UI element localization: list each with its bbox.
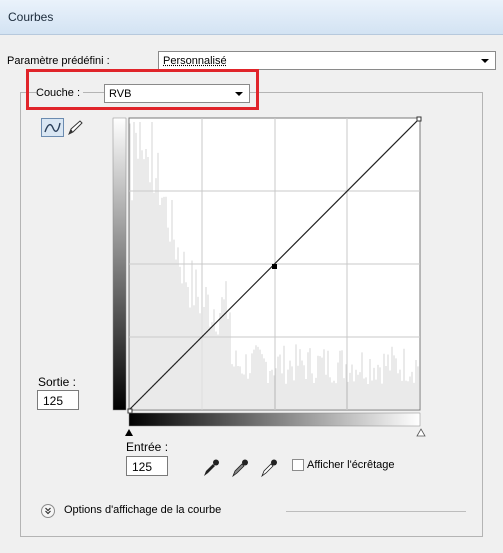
pencil-mode-icon (68, 120, 83, 136)
curve-mode-button[interactable] (41, 118, 64, 137)
gray-point-eyedropper[interactable] (230, 458, 250, 478)
preset-select[interactable]: Personnalisé (158, 51, 496, 70)
curve-options-toggle[interactable] (41, 504, 55, 518)
output-field[interactable]: 125 (37, 390, 79, 410)
black-point-eyedropper-icon (204, 459, 219, 476)
expand-chevron-icon (45, 507, 51, 515)
clipping-checkbox[interactable] (292, 459, 304, 471)
white-point-eyedropper[interactable] (259, 458, 279, 478)
curves-graph[interactable] (112, 114, 434, 439)
input-gradient-bar (128, 412, 421, 427)
input-field[interactable]: 125 (126, 456, 168, 476)
clipping-label[interactable]: Afficher l'écrêtage (307, 459, 395, 471)
output-label: Sortie : (38, 375, 77, 389)
input-label: Entrée : (126, 440, 169, 454)
curve-point-selected[interactable] (272, 264, 277, 269)
options-divider (286, 511, 466, 512)
black-point-eyedropper[interactable] (201, 458, 221, 478)
window-title: Courbes (8, 10, 54, 24)
white-point-eyedropper-icon (261, 459, 277, 478)
black-point-slider[interactable] (125, 429, 133, 436)
gray-point-eyedropper-icon (232, 459, 248, 478)
curve-point-black[interactable] (127, 408, 133, 414)
curve-options-label[interactable]: Options d'affichage de la courbe (64, 504, 221, 516)
output-gradient-bar (112, 117, 127, 411)
title-bar: Courbes (0, 0, 503, 35)
curve-mode-icon (44, 122, 61, 133)
channel-highlight-box (26, 69, 259, 110)
chevron-down-icon (481, 59, 489, 63)
curve-point-white[interactable] (416, 116, 422, 122)
preset-value: Personnalisé (163, 55, 227, 67)
preset-label: Paramètre prédéfini : (7, 55, 110, 67)
pencil-mode-button[interactable] (65, 118, 88, 137)
white-point-slider[interactable] (416, 428, 426, 437)
